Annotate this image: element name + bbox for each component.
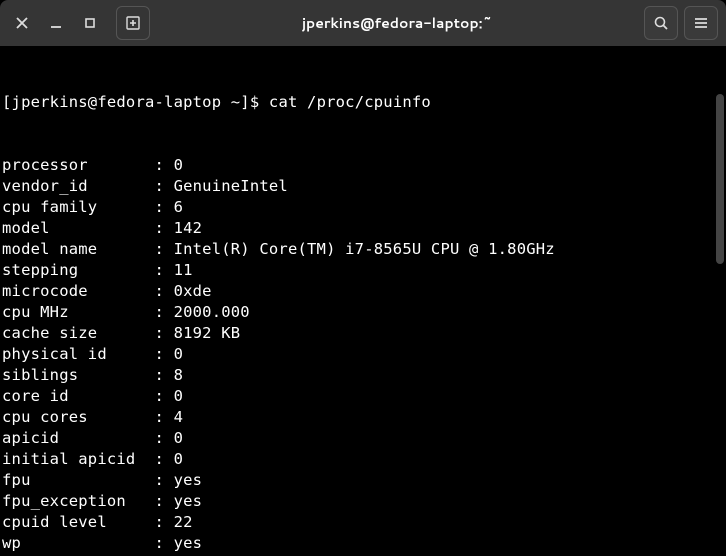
- cpuinfo-row: initial apicid : 0: [2, 449, 724, 470]
- maximize-icon: [83, 16, 97, 30]
- minimize-button[interactable]: [42, 9, 70, 37]
- cpuinfo-row: siblings : 8: [2, 365, 724, 386]
- terminal-viewport[interactable]: [jperkins@fedora-laptop ~]$ cat /proc/cp…: [0, 46, 726, 556]
- cpuinfo-row: wp : yes: [2, 533, 724, 554]
- cpuinfo-row: physical id : 0: [2, 344, 724, 365]
- cpuinfo-row: processor : 0: [2, 155, 724, 176]
- cpuinfo-row: fpu : yes: [2, 470, 724, 491]
- new-tab-icon: [125, 15, 141, 31]
- titlebar: jperkins@fedora-laptop:~: [0, 0, 726, 46]
- cpuinfo-row: cache size : 8192 KB: [2, 323, 724, 344]
- cpuinfo-row: microcode : 0xde: [2, 281, 724, 302]
- close-icon: [15, 16, 29, 30]
- prompt-line: [jperkins@fedora-laptop ~]$ cat /proc/cp…: [2, 92, 724, 113]
- hamburger-icon: [693, 15, 709, 31]
- new-tab-button[interactable]: [116, 6, 150, 40]
- close-button[interactable]: [8, 9, 36, 37]
- search-icon: [653, 15, 669, 31]
- search-button[interactable]: [644, 6, 678, 40]
- cpuinfo-row: cpu MHz : 2000.000: [2, 302, 724, 323]
- cpuinfo-row: model name : Intel(R) Core(TM) i7-8565U …: [2, 239, 724, 260]
- window-controls-left: [8, 6, 150, 40]
- cpuinfo-row: model : 142: [2, 218, 724, 239]
- window-title: jperkins@fedora-laptop:~: [156, 13, 638, 33]
- cpuinfo-row: stepping : 11: [2, 260, 724, 281]
- window-controls-right: [644, 6, 718, 40]
- minimize-icon: [49, 16, 63, 30]
- menu-button[interactable]: [684, 6, 718, 40]
- cpuinfo-row: apicid : 0: [2, 428, 724, 449]
- maximize-button[interactable]: [76, 9, 104, 37]
- command: cat /proc/cpuinfo: [269, 93, 431, 111]
- cpuinfo-row: cpu family : 6: [2, 197, 724, 218]
- scrollbar-thumb[interactable]: [716, 94, 724, 264]
- cpuinfo-row: cpu cores : 4: [2, 407, 724, 428]
- cpuinfo-row: cpuid level : 22: [2, 512, 724, 533]
- terminal-output: [jperkins@fedora-laptop ~]$ cat /proc/cp…: [2, 50, 724, 556]
- cpuinfo-row: core id : 0: [2, 386, 724, 407]
- cpuinfo-row: vendor_id : GenuineIntel: [2, 176, 724, 197]
- cpuinfo-row: fpu_exception : yes: [2, 491, 724, 512]
- prompt: [jperkins@fedora-laptop ~]$: [2, 93, 259, 111]
